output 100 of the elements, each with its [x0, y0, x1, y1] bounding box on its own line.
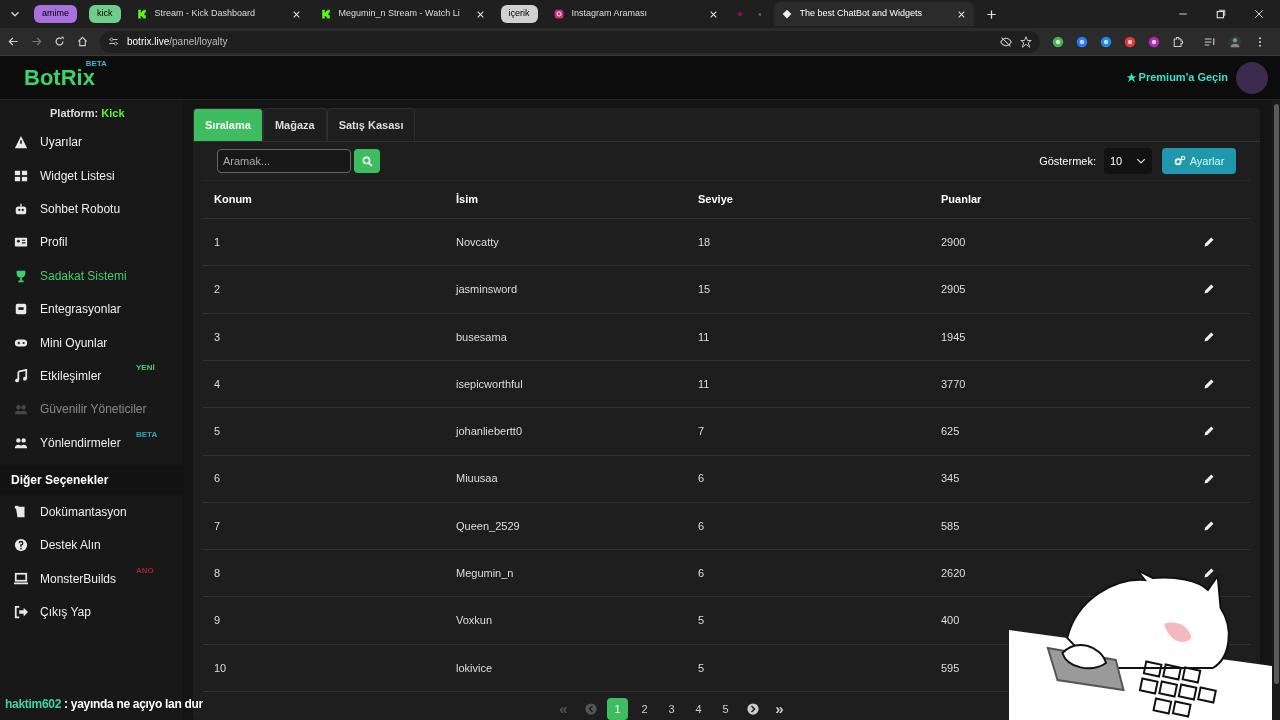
close-icon[interactable]	[956, 9, 966, 19]
sidebar-item[interactable]: Dokümantasyon	[0, 495, 183, 529]
extension-icon[interactable]	[1076, 35, 1088, 48]
table-cell-text: 7	[214, 518, 222, 534]
table-cell-text: 5	[698, 660, 706, 676]
k-logo-icon	[320, 9, 331, 19]
restore-icon[interactable]	[1216, 9, 1226, 19]
table-cell-text: 1945	[941, 329, 967, 345]
gears-icon	[1173, 155, 1186, 167]
pencil-icon[interactable]	[1203, 378, 1215, 391]
page-button[interactable]: 3	[661, 698, 682, 720]
sidebar-item[interactable]: Profil	[0, 225, 183, 260]
table-cell-text: 585	[941, 518, 961, 534]
tab-group-label[interactable]: içerik	[500, 5, 538, 23]
browser-tab[interactable]: Stream - Kick Dashboard	[128, 2, 309, 26]
sidebar-item[interactable]: Çıkış Yap	[0, 595, 183, 629]
chevron-left-icon	[584, 703, 597, 715]
column-header: Puanlar	[941, 192, 983, 208]
sidebar-item[interactable]: Yönlendirmeler BETA	[0, 426, 183, 460]
star-icon	[1125, 72, 1137, 83]
sidebar-item[interactable]: Destek Alın	[0, 528, 183, 563]
table-cell-text: 11	[698, 376, 711, 392]
search-field[interactable]: Aramak...	[217, 149, 351, 173]
tab-group-label[interactable]: amime	[34, 5, 77, 23]
search-button[interactable]	[354, 149, 380, 173]
table-cell-text: 5	[698, 613, 706, 629]
home-icon[interactable]	[77, 36, 88, 47]
record-icon	[737, 9, 742, 19]
page-button[interactable]: 5	[715, 698, 736, 720]
table-cell-text: johanliebertt0	[456, 424, 524, 440]
profile-avatar-icon[interactable]	[1228, 34, 1242, 49]
address-bar[interactable]: botrix.live/panel/loyalty	[100, 30, 1040, 53]
eye-off-icon[interactable]	[1000, 35, 1012, 48]
new-tab-icon[interactable]	[985, 8, 997, 20]
chevron-down-icon	[1136, 156, 1146, 166]
table-cell-text: 8	[214, 566, 222, 581]
page-button[interactable]: 2	[634, 698, 655, 720]
tab[interactable]: Satış Kasası	[326, 108, 416, 142]
sidebar-item[interactable]: Sohbet Robotu	[0, 192, 183, 226]
premium-link[interactable]: Premium'a Geçin	[1125, 69, 1228, 86]
pencil-icon[interactable]	[1203, 283, 1215, 296]
puzzle-icon[interactable]	[1172, 35, 1184, 48]
page-button[interactable]: 4	[688, 698, 709, 720]
platform-label: Platform: Kick	[49, 106, 126, 121]
table-cell-text: 625	[941, 424, 961, 440]
table-cell-text: 2620	[941, 566, 967, 581]
table-cell-text: 6	[698, 566, 706, 581]
pencil-icon[interactable]	[1203, 567, 1215, 580]
sidebar-item[interactable]: Mini Oyunlar	[0, 325, 183, 360]
table-cell-text: 2905	[941, 282, 967, 298]
column-header: İsim	[456, 192, 479, 208]
back-icon[interactable]	[8, 36, 19, 47]
extension-icon[interactable]	[1052, 35, 1064, 48]
sidebar-item[interactable]: Etkileşimler YENİ	[0, 359, 183, 393]
column-header: Seviye	[698, 192, 734, 208]
browser-tab[interactable]: The best ChatBot and Widgets	[773, 2, 974, 26]
star-icon[interactable]	[1020, 35, 1032, 48]
reload-icon[interactable]	[54, 36, 65, 47]
sidebar-item[interactable]: Sadakat Sistemi	[0, 259, 183, 293]
pencil-icon[interactable]	[1203, 519, 1215, 532]
tab-title: Instagram Araması	[571, 7, 649, 21]
table-cell-text: 595	[941, 660, 961, 676]
close-icon[interactable]	[475, 9, 485, 19]
table-cell-text: 4	[214, 376, 222, 392]
extension-icon[interactable]	[1148, 35, 1160, 48]
grid-icon	[14, 168, 28, 183]
close-icon[interactable]	[291, 9, 301, 19]
tab[interactable]: Mağaza	[262, 108, 327, 142]
table-cell-text: 3770	[941, 376, 967, 392]
sidebar-item[interactable]: MonsterBuilds ANO	[0, 562, 183, 596]
pencil-icon[interactable]	[1203, 330, 1215, 343]
table-cell-text: Megumin_n	[456, 566, 515, 581]
scrollbar-thumb[interactable]	[1273, 104, 1279, 684]
page-size-select[interactable]: 10	[1104, 148, 1152, 174]
square-icon	[14, 302, 28, 317]
table-cell-text: 18	[698, 234, 712, 250]
sidebar-item[interactable]: Uyarılar	[0, 125, 183, 159]
browser-tab[interactable]: Instagram Araması	[545, 2, 726, 26]
robot-icon	[14, 201, 28, 216]
tab-group-label[interactable]: kick	[89, 5, 121, 23]
close-icon[interactable]	[1254, 9, 1264, 19]
extension-icon[interactable]	[1124, 35, 1136, 48]
badge-label: BETA	[136, 429, 158, 441]
tab-title: Stream - Kick Dashboard	[154, 7, 257, 21]
column-header: Konum	[214, 192, 253, 208]
table-cell-text: 7	[698, 424, 706, 440]
browser-tab[interactable]: Megumin_n Stream - Watch Li	[312, 2, 493, 26]
users-icon	[14, 435, 28, 450]
sidebar-item[interactable]: Widget Listesi	[0, 158, 183, 193]
pencil-icon[interactable]	[1203, 236, 1215, 249]
table-cell-text: 9	[214, 613, 222, 629]
sidebar-item[interactable]: Entegrasyonlar	[0, 292, 183, 326]
forward-icon[interactable]	[31, 36, 42, 47]
search-icon	[361, 155, 373, 167]
pencil-icon[interactable]	[1203, 472, 1215, 485]
page-button[interactable]: »	[769, 698, 790, 720]
close-icon[interactable]	[708, 9, 718, 19]
media-list-icon[interactable]	[1204, 35, 1216, 48]
extension-icon[interactable]	[1100, 35, 1112, 48]
pencil-icon[interactable]	[1203, 425, 1215, 438]
